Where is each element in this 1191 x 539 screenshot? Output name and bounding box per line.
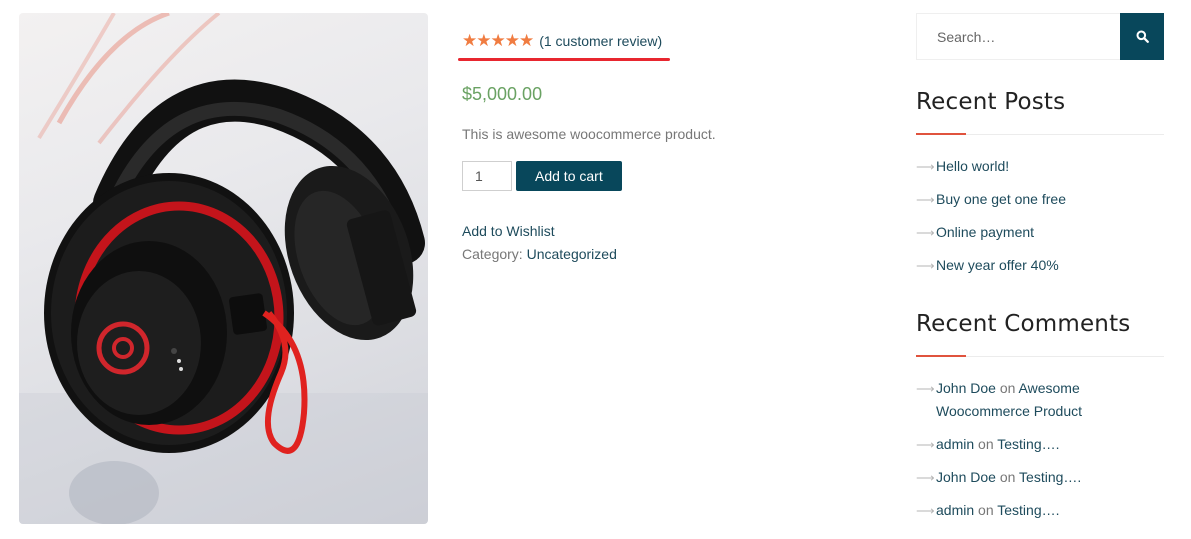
quantity-input[interactable]: [462, 161, 512, 191]
comment-post-link[interactable]: Awesome: [1019, 380, 1080, 396]
arrow-right-icon: ⟶: [916, 159, 935, 174]
recent-post-link[interactable]: New year offer 40%: [936, 257, 1059, 273]
recent-comments-accent: [916, 355, 966, 357]
comment-on-text: on: [978, 502, 994, 518]
arrow-right-icon: ⟶: [916, 192, 935, 207]
arrow-right-icon: ⟶: [916, 503, 935, 518]
recent-post-link[interactable]: Buy one get one free: [936, 191, 1066, 207]
recent-posts-divider: [916, 133, 1164, 135]
comment-author-link[interactable]: John Doe: [936, 380, 996, 396]
list-item: ⟶ John Doe on Testing….: [916, 466, 1166, 489]
add-to-wishlist-link[interactable]: Add to Wishlist: [462, 223, 555, 239]
comment-author-link[interactable]: John Doe: [936, 469, 996, 485]
comment-post-link[interactable]: Testing….: [1019, 469, 1081, 485]
comment-post-link[interactable]: Woocommerce Product: [936, 403, 1082, 419]
star-rating-icon: ★★★★★: [462, 31, 534, 50]
recent-comments-list: ⟶ John Doe on Awesome Woocommerce Produc…: [916, 377, 1166, 522]
list-item: ⟶ admin on Testing….: [916, 433, 1166, 456]
add-to-cart-button[interactable]: Add to cart: [516, 161, 622, 191]
comment-post-link[interactable]: Testing….: [997, 436, 1059, 452]
product-rating: ★★★★★ (1 customer review): [462, 32, 662, 50]
recent-post-link[interactable]: Hello world!: [936, 158, 1009, 174]
recent-posts-list: ⟶ Hello world! ⟶ Buy one get one free ⟶ Onl…: [916, 155, 1166, 277]
list-item: ⟶ admin on Testing….: [916, 499, 1166, 522]
product-category: Category: Uncategorized: [462, 246, 617, 262]
comment-on-text: on: [999, 380, 1016, 396]
recent-comments-divider: [916, 355, 1164, 357]
list-item: ⟶ John Doe on Awesome Woocommerce Produc…: [916, 377, 1166, 423]
product-image[interactable]: [19, 13, 428, 524]
search-input[interactable]: [916, 13, 1120, 60]
search-form: [916, 13, 1164, 60]
comment-post-link[interactable]: Testing….: [997, 502, 1059, 518]
comment-author-link[interactable]: admin: [936, 502, 974, 518]
arrow-right-icon: ⟶: [916, 225, 935, 240]
recent-post-link[interactable]: Online payment: [936, 224, 1034, 240]
arrow-right-icon: ⟶: [916, 381, 935, 396]
arrow-right-icon: ⟶: [916, 258, 935, 273]
customer-review-link[interactable]: (1 customer review): [539, 33, 662, 49]
headphones-image: [19, 13, 428, 524]
arrow-right-icon: ⟶: [916, 470, 935, 485]
recent-posts-title: Recent Posts: [916, 89, 1066, 115]
arrow-right-icon: ⟶: [916, 437, 935, 452]
list-item: ⟶ Online payment: [916, 221, 1166, 244]
search-button[interactable]: [1120, 13, 1164, 60]
comment-on-text: on: [999, 469, 1016, 485]
search-icon: [1136, 30, 1149, 43]
list-item: ⟶ New year offer 40%: [916, 254, 1166, 277]
comment-on-text: on: [978, 436, 994, 452]
comment-author-link[interactable]: admin: [936, 436, 974, 452]
product-short-description: This is awesome woocommerce product.: [462, 126, 716, 142]
category-link[interactable]: Uncategorized: [527, 246, 617, 262]
recent-comments-title: Recent Comments: [916, 311, 1131, 337]
recent-posts-accent: [916, 133, 966, 135]
list-item: ⟶ Hello world!: [916, 155, 1166, 178]
add-to-cart-form: Add to cart: [462, 161, 622, 191]
red-underline-annotation: [458, 58, 670, 61]
category-label: Category:: [462, 246, 523, 262]
list-item: ⟶ Buy one get one free: [916, 188, 1166, 211]
product-price: $5,000.00: [462, 84, 543, 104]
